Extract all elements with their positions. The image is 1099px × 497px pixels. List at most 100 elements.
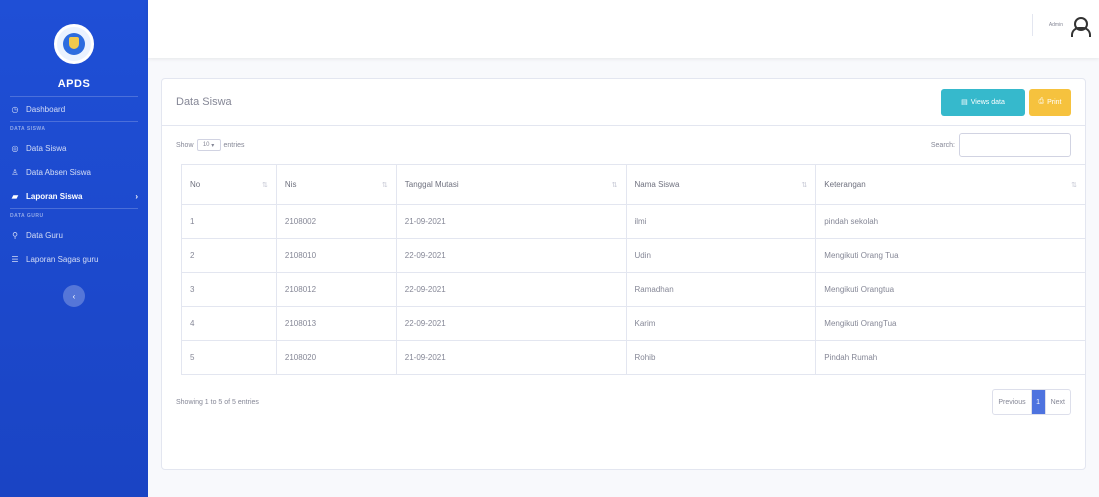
table-cell: Mengikuti Orangtua: [815, 272, 1086, 307]
table-row: 2 2108010 22-09-2021 Udin Mengikuti Orang Tu…: [181, 238, 1086, 273]
previous-button[interactable]: Previous: [993, 390, 1032, 414]
sidebar-item-5[interactable]: ☰ Laporan Sagas guru: [0, 247, 148, 271]
table-cell: Pindah Rumah: [815, 340, 1086, 375]
user-menu[interactable]: Admin: [1031, 14, 1091, 37]
table-cell: 4: [181, 306, 277, 341]
views-data-label: Views data: [970, 98, 1005, 106]
table-cell: 2108010: [275, 238, 397, 273]
table-cell: Mengikuti Orang Tua: [815, 238, 1086, 273]
column-header-label: Nama Siswa: [634, 180, 680, 189]
column-header[interactable]: Keterangan ⇅: [815, 164, 1086, 205]
entries-length-control: Show 10 ▾ entries: [176, 139, 245, 151]
brand-name: APDS: [57, 78, 91, 90]
search-label: Search:: [930, 141, 955, 149]
entries-select-value: 10: [202, 142, 210, 148]
sidebar-item-label: Laporan Sagas guru: [26, 254, 99, 264]
show-label: Show: [176, 141, 194, 149]
sidebar-heading: DATA SISWA: [10, 126, 46, 132]
column-header[interactable]: Nis ⇅: [275, 164, 397, 205]
table-cell: Karim: [625, 306, 817, 341]
sidebar-item-label: Data Guru: [26, 230, 63, 240]
sort-icon: ⇅: [801, 181, 808, 189]
data-card: Data Siswa ▤ Views data ⎙ Print Show 10 …: [161, 78, 1086, 470]
user-avatar-icon[interactable]: [1069, 15, 1091, 37]
dashboard-icon: ◷: [11, 104, 19, 114]
table-row: 4 2108013 22-09-2021 Karim Mengikuti OrangTu…: [181, 306, 1086, 341]
table-cell: Ramadhan: [625, 272, 817, 307]
table-cell: Mengikuti OrangTua: [815, 306, 1086, 341]
entries-label: entries: [223, 141, 245, 149]
column-header-label: No: [190, 180, 201, 189]
table-cell: 2: [181, 238, 277, 273]
print-button[interactable]: ⎙ Print: [1029, 88, 1071, 116]
print-label: Print: [1047, 98, 1062, 106]
views-data-button[interactable]: ▤ Views data: [941, 88, 1025, 116]
table-cell: pindah sekolah: [815, 204, 1086, 239]
sidebar-item-1[interactable]: ◎ Data Siswa: [0, 136, 148, 160]
table-row: 5 2108020 21-09-2021 Rohib Pindah Rumah: [181, 340, 1086, 375]
table-cell: ilmi: [625, 204, 817, 239]
table-cell: 5: [181, 340, 277, 375]
sidebar-item-label: Data Absen Siswa: [26, 167, 91, 177]
table-cell: 22-09-2021: [395, 238, 627, 273]
sidebar-item-0[interactable]: ◷ Dashboard: [0, 97, 148, 121]
card-header: Data Siswa ▤ Views data ⎙ Print: [162, 79, 1085, 126]
print-icon: ⎙: [1038, 98, 1045, 105]
table-cell: 21-09-2021: [395, 340, 627, 375]
column-header-label: Keterangan: [824, 180, 866, 189]
column-header[interactable]: Tanggal Mutasi ⇅: [395, 164, 627, 205]
page-title: Data Siswa: [176, 96, 232, 108]
table-cell: 2108020: [275, 340, 397, 375]
next-button[interactable]: Next: [1046, 390, 1070, 414]
file-icon: ▤: [961, 99, 968, 106]
sidebar-brand[interactable]: APDS: [0, 0, 148, 96]
user-icon: ♙: [11, 167, 19, 177]
pagination: Previous 1 Next: [992, 389, 1071, 415]
logo-icon: [54, 24, 94, 64]
topbar: Admin: [148, 0, 1099, 58]
search-control: Search:: [931, 133, 1071, 157]
table-cell: 21-09-2021: [395, 204, 627, 239]
folder-icon: ▰: [11, 191, 19, 201]
sidebar-item-label: Laporan Siswa: [26, 191, 83, 201]
search-icon: ⚲: [12, 230, 18, 240]
table-cell: 22-09-2021: [395, 306, 627, 341]
search-input[interactable]: [959, 133, 1071, 157]
sidebar: APDS ◷ Dashboard DATA SISWA ◎ Data Siswa ♙ Dat…: [0, 0, 148, 497]
chevron-down-icon: ▾: [211, 142, 215, 149]
table-cell: 2108013: [275, 306, 397, 341]
circle-icon: ◎: [11, 143, 19, 153]
table-cell: 2108012: [275, 272, 397, 307]
chevron-left-icon: ‹: [72, 291, 76, 301]
column-header-label: Nis: [284, 180, 297, 189]
table-row: 3 2108012 22-09-2021 Ramadhan Mengikuti Oran…: [181, 272, 1086, 307]
column-header-label: Tanggal Mutasi: [404, 180, 459, 189]
column-header[interactable]: Nama Siswa ⇅: [625, 164, 817, 205]
sidebar-item-label: Dashboard: [26, 104, 66, 114]
table-cell: 1: [181, 204, 277, 239]
table-cell: 22-09-2021: [395, 272, 627, 307]
column-header[interactable]: No ⇅: [181, 164, 277, 205]
sidebar-toggle-button[interactable]: ‹: [63, 285, 85, 307]
chevron-right-icon: ›: [135, 191, 138, 201]
list-icon: ☰: [11, 254, 19, 264]
data-table: No ⇅ Nis ⇅ Tanggal Mutasi ⇅ Nama Siswa ⇅ Keteran…: [181, 164, 1086, 375]
topbar-divider: [1031, 14, 1033, 36]
sidebar-item-3[interactable]: ▰ Laporan Siswa ›: [0, 184, 148, 208]
user-name: Admin: [1048, 22, 1063, 28]
table-cell: Rohib: [625, 340, 817, 375]
sort-icon: ⇅: [381, 181, 388, 189]
table-row: 1 2108002 21-09-2021 ilmi pindah sekolah: [181, 204, 1086, 239]
sidebar-item-4[interactable]: ⚲ Data Guru: [0, 223, 148, 247]
table-cell: 3: [181, 272, 277, 307]
table-info: Showing 1 to 5 of 5 entries: [176, 398, 259, 406]
table-cell: 2108002: [275, 204, 397, 239]
sort-icon: ⇅: [1071, 181, 1077, 189]
sidebar-heading: DATA GURU: [10, 213, 44, 219]
sort-icon: ⇅: [262, 181, 268, 189]
sidebar-item-label: Data Siswa: [26, 143, 67, 153]
sort-icon: ⇅: [611, 181, 618, 189]
sidebar-item-2[interactable]: ♙ Data Absen Siswa: [0, 160, 148, 184]
entries-select[interactable]: 10 ▾: [196, 139, 221, 151]
page-1-button[interactable]: 1: [1031, 390, 1046, 414]
